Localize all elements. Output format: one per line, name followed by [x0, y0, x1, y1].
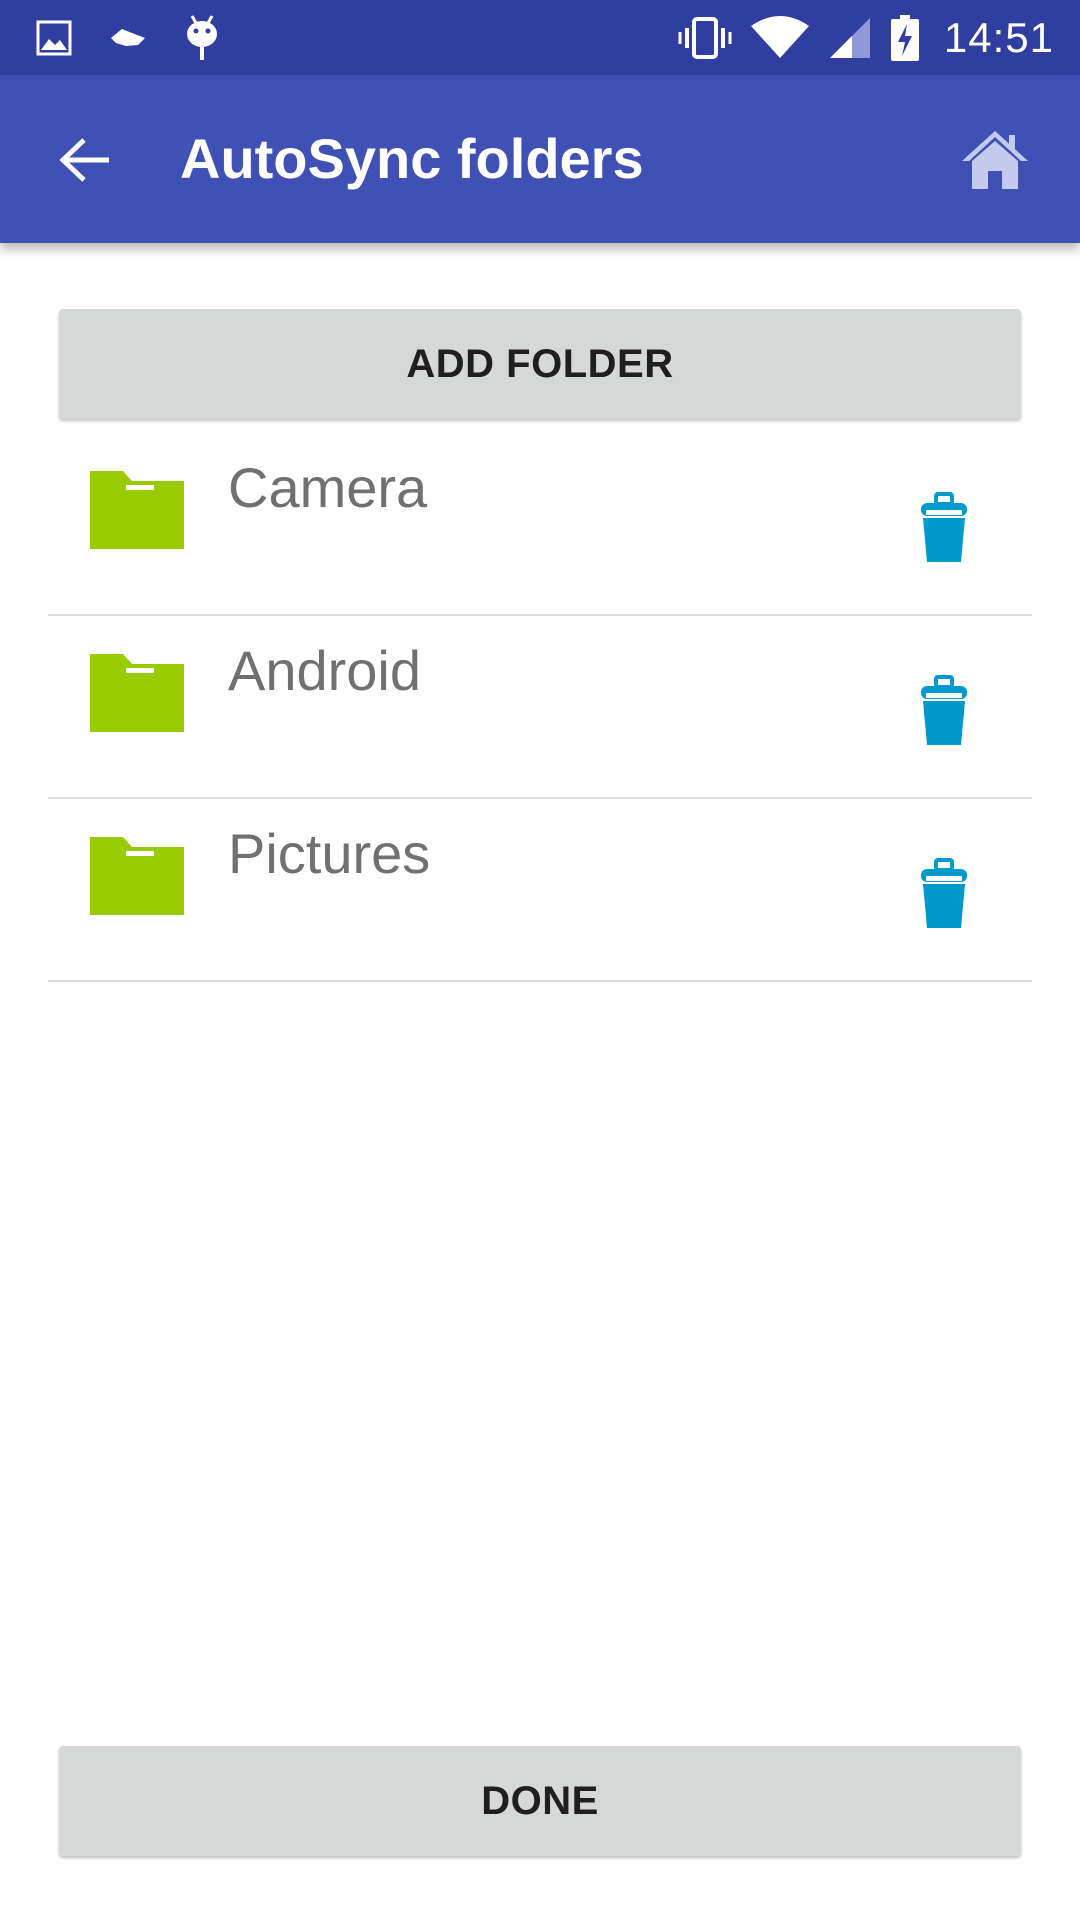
cloud-notification-icon — [111, 28, 145, 46]
status-bar: 14:51 — [0, 0, 1080, 75]
home-icon — [962, 131, 1028, 189]
folder-name: Pictures — [228, 822, 431, 885]
home-button[interactable] — [950, 115, 1040, 205]
status-time: 14:51 — [943, 13, 1054, 61]
status-bar-right: 14:51 — [678, 0, 1054, 75]
vibrate-icon — [678, 16, 732, 59]
list-item: Camera — [48, 433, 1032, 616]
list-item: Pictures — [48, 799, 1032, 982]
cell-signal-icon — [829, 17, 870, 58]
folder-icon — [90, 837, 184, 915]
add-folder-button[interactable]: ADD FOLDER — [59, 309, 1021, 419]
android-debug-icon — [187, 14, 217, 60]
wifi-icon — [750, 15, 809, 58]
delete-folder-button[interactable] — [904, 666, 984, 756]
image-notification-icon — [36, 20, 72, 55]
done-button[interactable]: DONE — [59, 1746, 1021, 1856]
page-title: AutoSync folders — [180, 127, 644, 190]
app-bar: AutoSync folders — [0, 75, 1080, 243]
folder-icon — [90, 471, 184, 549]
folder-icon — [90, 654, 184, 732]
folder-name: Android — [228, 639, 422, 702]
status-bar-left — [36, 0, 220, 75]
trash-icon — [921, 858, 967, 928]
arrow-back-icon — [59, 138, 109, 182]
battery-charging-icon — [890, 14, 919, 61]
back-button[interactable] — [40, 115, 130, 205]
delete-folder-button[interactable] — [904, 483, 984, 573]
folder-list: Camera Android Pictures — [48, 433, 1032, 982]
trash-icon — [921, 492, 967, 562]
folder-name: Camera — [228, 456, 428, 519]
delete-folder-button[interactable] — [904, 849, 984, 939]
list-item: Android — [48, 616, 1032, 799]
trash-icon — [921, 675, 967, 745]
